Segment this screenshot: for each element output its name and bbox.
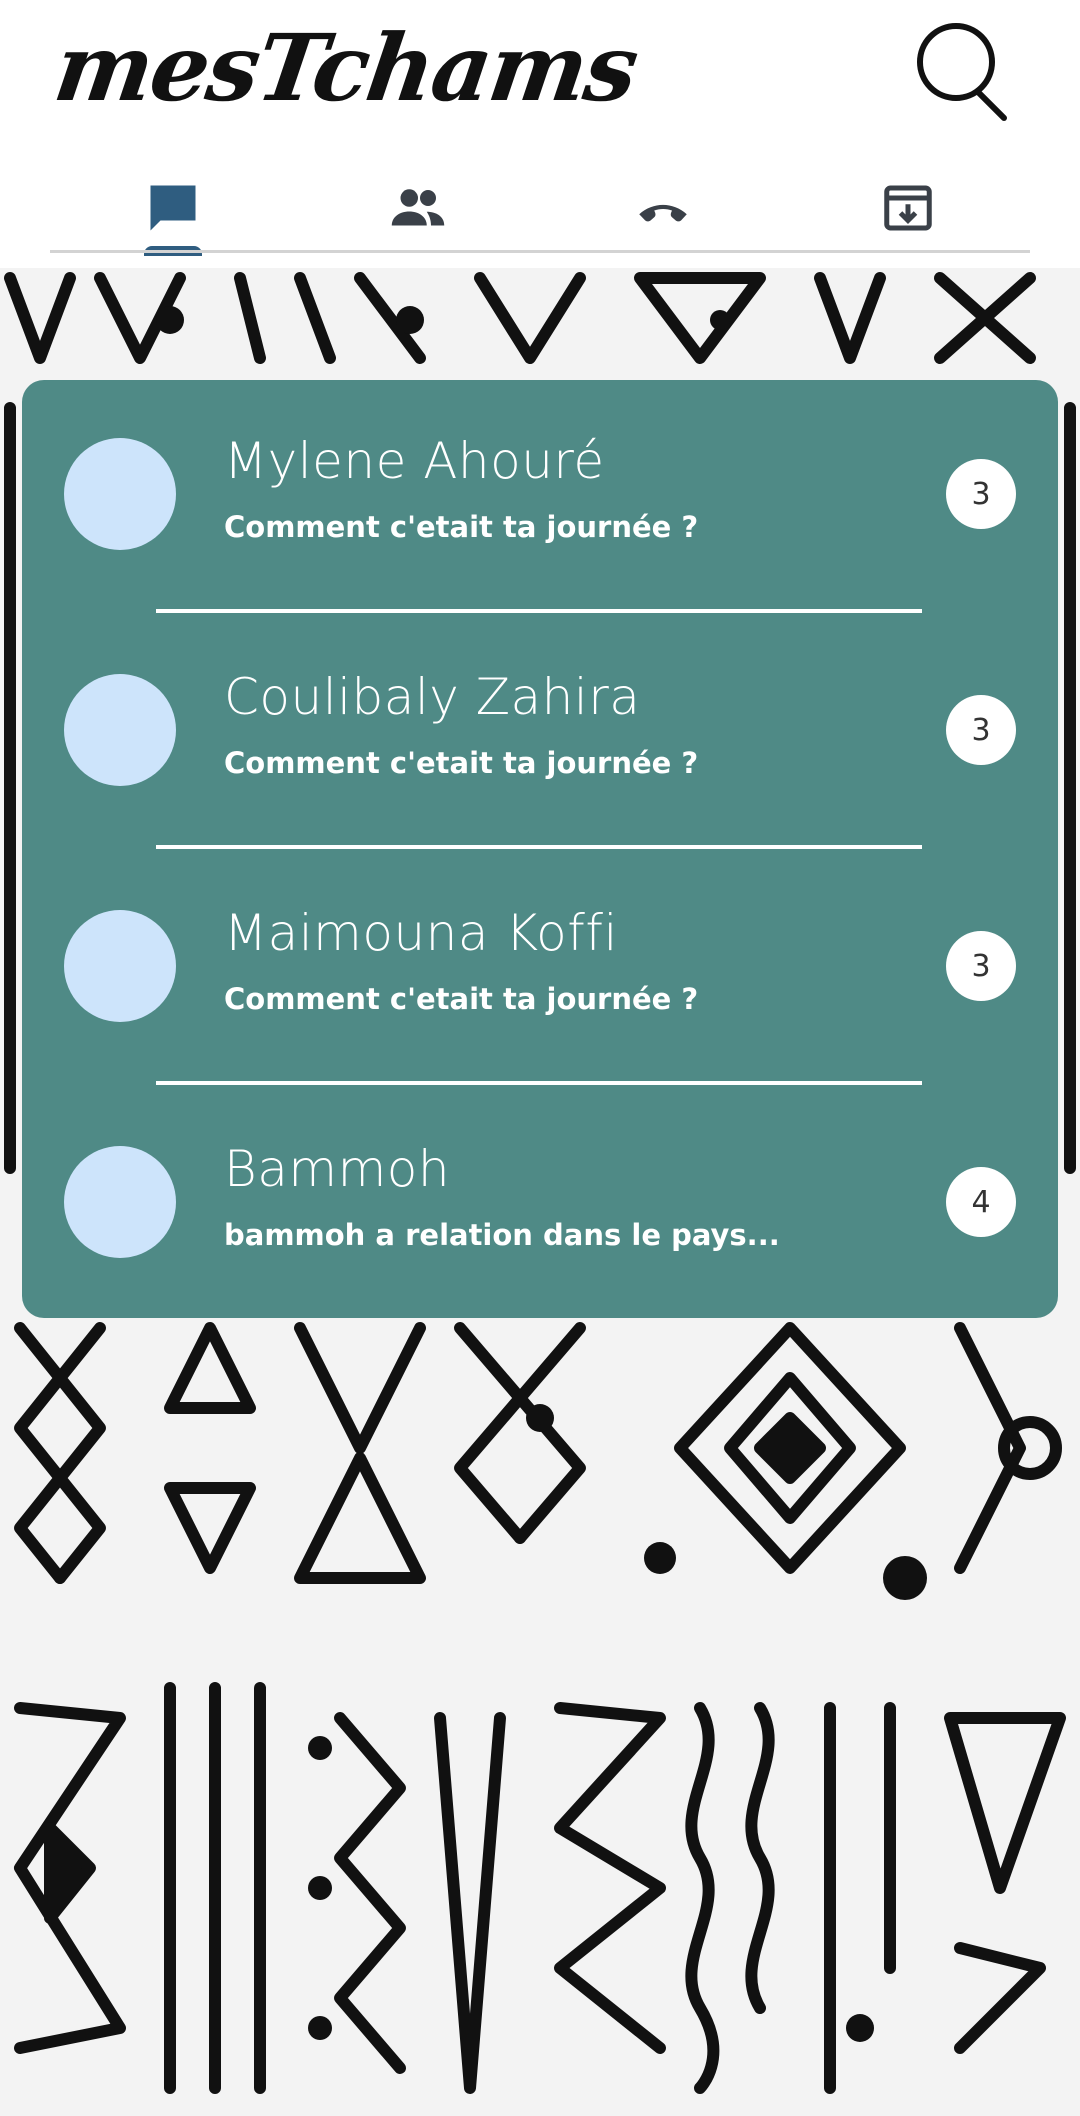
row-divider — [156, 1081, 922, 1085]
chat-row[interactable]: Bammoh bammoh a relation dans le pays...… — [22, 1088, 1058, 1324]
last-message: Comment c'etait ta journée ? — [224, 746, 699, 780]
contact-name: Coulibaly Zahira — [224, 668, 641, 726]
tab-divider — [50, 250, 1030, 253]
avatar — [64, 910, 176, 1022]
unread-badge: 3 — [946, 931, 1016, 1001]
row-divider — [156, 609, 922, 613]
tab-contacts[interactable] — [295, 168, 540, 254]
tab-bar — [50, 168, 1030, 256]
app-header: mesTchams — [0, 0, 1080, 268]
tab-calls[interactable] — [540, 168, 785, 254]
chat-icon — [150, 185, 195, 231]
chat-row[interactable]: Maimouna Koffi Comment c'etait ta journé… — [22, 852, 1058, 1088]
unread-badge: 3 — [946, 695, 1016, 765]
row-divider — [156, 845, 922, 849]
last-message: Comment c'etait ta journée ? — [224, 510, 699, 544]
people-icon — [391, 189, 444, 226]
chat-row[interactable]: Coulibaly Zahira Comment c'etait ta jour… — [22, 616, 1058, 852]
avatar — [64, 438, 176, 550]
phone-icon — [638, 204, 687, 222]
tab-chats[interactable] — [50, 168, 295, 254]
last-message: bammoh a relation dans le pays... — [224, 1218, 780, 1252]
app-logo: mesTchams — [48, 14, 643, 122]
chat-list-card: Mylene Ahouré Comment c'etait ta journée… — [22, 380, 1058, 1318]
avatar — [64, 1146, 176, 1258]
tab-archive[interactable] — [785, 168, 1030, 254]
chat-row[interactable]: Mylene Ahouré Comment c'etait ta journée… — [22, 380, 1058, 616]
unread-badge: 3 — [946, 459, 1016, 529]
contact-name: Bammoh — [224, 1140, 451, 1198]
search-button[interactable] — [912, 22, 1012, 122]
last-message: Comment c'etait ta journée ? — [224, 982, 699, 1016]
archive-icon — [883, 185, 932, 231]
search-icon — [917, 23, 1007, 121]
contact-name: Mylene Ahouré — [224, 432, 605, 490]
contact-name: Maimouna Koffi — [224, 904, 618, 962]
unread-badge: 4 — [946, 1167, 1016, 1237]
avatar — [64, 674, 176, 786]
